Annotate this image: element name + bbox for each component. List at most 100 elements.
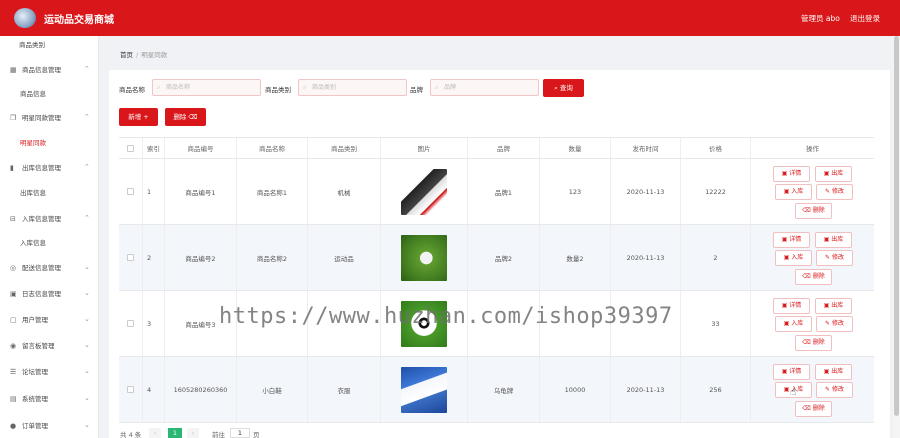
bar-chart-icon: ▮ [10,164,14,172]
row-code: 1605280260360 [165,357,237,422]
row-price: 2 [681,225,751,290]
breadcrumb: 首页 / 明星同款 [120,51,168,59]
sidebar-item-log-mgmt[interactable]: ▣ 日志信息管理 ⌄ [0,287,98,301]
row-price: 256 [681,357,751,422]
chevron-up-icon: ⌃ [84,214,90,222]
add-button[interactable]: 新增 + [119,108,158,126]
edit-button[interactable]: ✎ 修改 [816,382,853,398]
pager-total: 共 4 条 [120,431,142,438]
sidebar-item-forum-mgmt[interactable]: ☰ 论坛管理 ⌄ [0,365,98,379]
edit-button[interactable]: ✎ 修改 [816,184,853,200]
calendar-icon: ▣ [10,290,17,298]
white-shoe-image [401,366,447,413]
outbound-button[interactable]: ▣ 出库 [815,298,852,314]
detail-button[interactable]: ▣ 详情 [773,232,810,248]
edit-button[interactable]: ✎ 修改 [816,250,853,266]
table-header: 索引 商品编号 商品名称 商品类别 图片 品牌 数量 发布时间 价格 操作 [119,138,874,159]
row-price: 12222 [681,159,751,224]
sidebar-item-star-same[interactable]: 明星同款 [0,136,98,150]
sidebar-item-product-info-mgmt[interactable]: ▦ 商品信息管理 ⌃ [0,63,98,77]
sidebar-item-outbound-mgmt[interactable]: ▮ 出库信息管理 ⌃ [0,161,98,175]
header-ops: 操作 [806,145,819,153]
row-name: 商品名称1 [237,159,308,224]
row-checkbox[interactable] [127,188,134,195]
inbound-button[interactable]: ▣ 入库 [775,184,812,200]
filter-label-category: 商品类别 [265,86,291,94]
select-all-checkbox[interactable] [127,144,134,152]
table-row: 4 1605280260360 小白鞋 衣服 乌龟牌 10000 2020-11… [119,357,874,423]
sidebar-item-inbound-mgmt[interactable]: ⊟ 入库信息管理 ⌃ [0,212,98,226]
next-page-button[interactable]: › [187,428,199,438]
row-delete-button[interactable]: ⌫ 删除 [795,335,832,351]
pagination: 共 4 条 ‹ 1 › 前往 1 页 [120,428,280,438]
cursor-icon: ☝ [790,387,797,398]
inbound-button[interactable]: ▣ 入库 [775,250,812,266]
name-input[interactable]: ⌕ 商品名称 [152,79,261,96]
category-input[interactable]: ⌕ 商品类别 [298,79,407,96]
outbound-button[interactable]: ▣ 出库 [815,364,852,380]
header-code: 商品编号 [165,138,237,158]
header-date: 发布时间 [611,138,681,158]
sidebar-item-order-mgmt[interactable]: ● 订单管理 ⌄ [0,419,98,433]
outbound-button[interactable]: ▣ 出库 [815,232,852,248]
row-category: 机械 [308,159,381,224]
inbound-button[interactable]: ▣ 入库 [775,316,812,332]
badminton-image [401,234,447,281]
location-icon: ● [10,422,17,430]
page-number[interactable]: 1 [168,428,182,438]
header-image: 图片 [381,138,468,158]
sidebar-item-message-mgmt[interactable]: ◉ 留言板管理 ⌄ [0,339,98,353]
detail-button[interactable]: ▣ 详情 [773,166,810,182]
sidebar-item-outbound[interactable]: 出库信息 [0,186,98,200]
row-delete-button[interactable]: ⌫ 删除 [795,269,832,285]
logout-link[interactable]: 退出登录 [850,13,880,24]
page-jump-input[interactable]: 1 [230,428,250,438]
list-icon: ☰ [10,368,17,376]
row-brand: 乌龟牌 [468,357,540,422]
breadcrumb-home[interactable]: 首页 [120,51,133,59]
pager-goto: 前往 [212,431,225,438]
row-brand: 品牌1 [468,159,540,224]
search-icon: ⌕ [435,84,439,91]
detail-button[interactable]: ▣ 详情 [773,364,810,380]
trash-icon: ⌫ [186,113,198,121]
page-scrollbar[interactable] [893,36,900,438]
row-delete-button[interactable]: ⌫ 删除 [795,401,832,417]
admin-label: 管理员 abo [801,14,840,23]
search-icon: ⌕ [303,84,307,91]
treadmill-image [401,168,447,215]
sidebar-item-star-mgmt[interactable]: ❐ 明星同款管理 ⌃ [0,111,98,125]
sidebar-item-system-mgmt[interactable]: ▤ 系统管理 ⌄ [0,392,98,406]
globe-icon: ◎ [10,264,17,272]
sidebar-item-delivery-mgmt[interactable]: ◎ 配送信息管理 ⌄ [0,261,98,275]
row-name: 商品名称2 [237,225,308,290]
user-icon: ▢ [10,316,17,324]
sidebar-item-inbound[interactable]: 入库信息 [0,236,98,250]
brand-input[interactable]: ⌕ 品牌 [430,79,539,96]
row-name: 小白鞋 [237,357,308,422]
search-button[interactable]: ⌕ 查询 [543,79,584,97]
chevron-down-icon: ⌄ [84,367,90,375]
row-category: 衣服 [308,357,381,422]
header-brand: 品牌 [468,138,540,158]
sidebar-item-user-mgmt[interactable]: ▢ 用户管理 ⌄ [0,313,98,327]
sidebar-item-product-info[interactable]: 商品信息 [0,87,98,101]
header-price: 价格 [681,138,751,158]
row-checkbox[interactable] [127,254,134,261]
row-index: 4 [143,357,165,422]
edit-button[interactable]: ✎ 修改 [816,316,853,332]
row-checkbox[interactable] [127,320,134,327]
sidebar-item-category[interactable]: 商品类别 [0,38,98,52]
delete-button[interactable]: 删除 ⌫ [165,108,206,126]
detail-button[interactable]: ▣ 详情 [773,298,810,314]
scrollbar-thumb[interactable] [894,36,899,416]
compass-icon: ◉ [10,342,17,350]
row-index: 2 [143,225,165,290]
outbound-button[interactable]: ▣ 出库 [815,166,852,182]
row-checkbox[interactable] [127,386,134,393]
row-delete-button[interactable]: ⌫ 删除 [795,203,832,219]
row-code: 商品编号1 [165,159,237,224]
prev-page-button[interactable]: ‹ [149,428,161,438]
row-qty: 10000 [540,357,611,422]
header-qty: 数量 [540,138,611,158]
